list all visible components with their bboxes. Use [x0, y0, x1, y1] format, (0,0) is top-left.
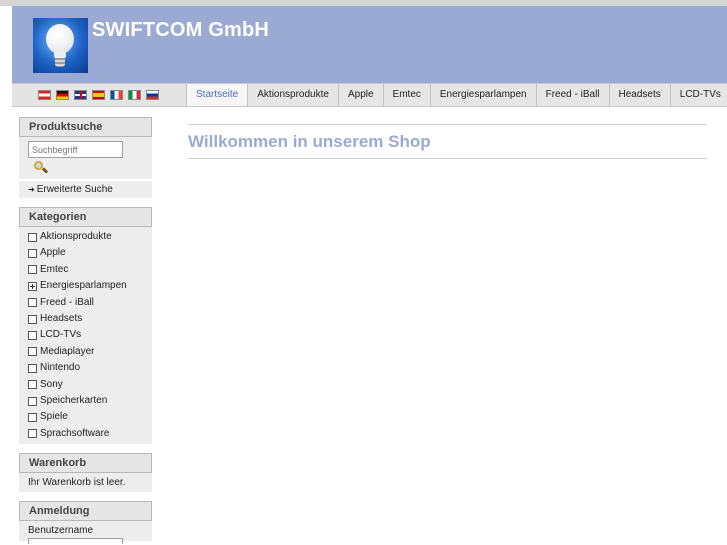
checkbox-icon: [28, 314, 37, 324]
category-tabs: Startseite Aktionsprodukte Apple Emtec E…: [186, 84, 727, 106]
checkbox-icon: [28, 347, 37, 357]
category-label: Headsets: [40, 312, 83, 324]
cart-box: Warenkorb Ihr Warenkorb ist leer.: [19, 453, 152, 493]
top-navigation: Startseite Aktionsprodukte Apple Emtec E…: [12, 83, 727, 107]
page-title: Willkommen in unserem Shop: [188, 132, 431, 151]
language-selector: [38, 90, 159, 102]
category-label: Nintendo: [40, 362, 81, 374]
search-icon[interactable]: [34, 161, 49, 175]
divider: [188, 158, 707, 159]
site-header: SWIFTCOM GmbH: [12, 6, 727, 83]
expand-plus-icon[interactable]: [28, 281, 37, 291]
germany-flag-icon[interactable]: [56, 90, 69, 100]
login-title: Anmeldung: [19, 501, 152, 522]
category-label: Aktionsprodukte: [40, 231, 112, 242]
category-item-mediaplayer[interactable]: Mediaplayer: [19, 344, 152, 360]
advanced-search-label: Erweiterte Suche: [36, 184, 113, 195]
brand-name[interactable]: SWIFTCOM GmbH: [92, 19, 269, 42]
category-item-apple[interactable]: Apple: [19, 245, 152, 261]
category-item-aktionsprodukte[interactable]: Aktionsprodukte: [19, 229, 152, 245]
category-item-sprachsoftware[interactable]: Sprachsoftware: [19, 426, 152, 442]
product-search-box: Produktsuche ➜Erweiterte Suche: [19, 117, 152, 198]
category-item-lcd-tvs[interactable]: LCD-TVs: [19, 327, 152, 343]
checkbox-icon: [28, 298, 37, 308]
cart-title: Warenkorb: [19, 453, 152, 474]
austria-flag-icon[interactable]: [38, 90, 51, 100]
tab-lcd-tvs[interactable]: LCD-TVs: [669, 84, 727, 106]
search-input[interactable]: [28, 141, 123, 158]
checkbox-icon: [28, 429, 37, 439]
category-item-headsets[interactable]: Headsets: [19, 311, 152, 327]
checkbox-icon: [28, 249, 37, 259]
category-label: Sprachsoftware: [40, 427, 110, 439]
category-item-nintendo[interactable]: Nintendo: [19, 360, 152, 376]
category-label: Energiesparlampen: [40, 280, 127, 292]
category-label: Sony: [40, 378, 63, 390]
category-item-speicherkarten[interactable]: Speicherkarten: [19, 393, 152, 409]
category-label: Apple: [40, 247, 66, 259]
russia-flag-icon[interactable]: [146, 90, 159, 100]
categories-box: Kategorien Aktionsprodukte Apple Emtec E…: [19, 207, 152, 445]
cart-empty-text: Ihr Warenkorb ist leer.: [19, 473, 152, 493]
category-label: Speicherkarten: [40, 394, 108, 406]
checkbox-icon: [28, 380, 37, 390]
lightbulb-logo-icon[interactable]: [33, 18, 88, 73]
tab-emtec[interactable]: Emtec: [382, 84, 430, 106]
username-field[interactable]: [28, 538, 123, 545]
checkbox-icon: [28, 265, 37, 275]
arrow-right-icon: ➜: [28, 185, 35, 194]
checkbox-icon: [28, 232, 37, 242]
advanced-search-link[interactable]: ➜ Erweiterte Suche: [19, 181, 152, 198]
category-label: Mediaplayer: [40, 345, 95, 357]
username-label: Benutzername: [28, 525, 94, 537]
tab-apple[interactable]: Apple: [337, 84, 383, 106]
category-label: LCD-TVs: [40, 329, 82, 341]
checkbox-icon: [28, 363, 37, 373]
categories-title: Kategorien: [19, 207, 152, 227]
category-item-emtec[interactable]: Emtec: [19, 262, 152, 278]
category-label: Spiele: [40, 411, 68, 423]
tab-headsets[interactable]: Headsets: [608, 84, 670, 106]
product-search-title: Produktsuche: [19, 117, 152, 137]
category-item-energiesparlampen[interactable]: Energiesparlampen: [19, 278, 152, 294]
uk-flag-icon[interactable]: [74, 90, 87, 100]
category-label: Freed - iBall: [40, 296, 94, 308]
login-body: Benutzername: [19, 521, 152, 545]
tab-aktionsprodukte[interactable]: Aktionsprodukte: [247, 84, 338, 106]
category-list: Aktionsprodukte Apple Emtec Energiesparl…: [19, 227, 152, 445]
category-label: Emtec: [40, 263, 69, 275]
category-item-spiele[interactable]: Spiele: [19, 409, 152, 425]
france-flag-icon[interactable]: [110, 90, 123, 100]
main-content: Willkommen in unserem Shop: [188, 124, 707, 159]
category-item-sony[interactable]: Sony: [19, 377, 152, 393]
product-search-body: [19, 137, 152, 179]
italy-flag-icon[interactable]: [128, 90, 141, 100]
category-item-freed-iball[interactable]: Freed - iBall: [19, 295, 152, 311]
tab-freed-iball[interactable]: Freed - iBall: [535, 84, 609, 106]
bulb-base: [55, 58, 65, 67]
left-sidebar: Produktsuche ➜Erweiterte Suche Kategorie…: [19, 117, 152, 545]
login-box: Anmeldung Benutzername: [19, 501, 152, 545]
spain-flag-icon[interactable]: [92, 90, 105, 100]
bulb-glass: [46, 24, 74, 54]
checkbox-icon: [28, 396, 37, 406]
checkbox-icon: [28, 331, 37, 341]
checkbox-icon: [28, 412, 37, 422]
tab-startseite[interactable]: Startseite: [186, 84, 248, 106]
tab-energiesparlampen[interactable]: Energiesparlampen: [429, 84, 536, 106]
